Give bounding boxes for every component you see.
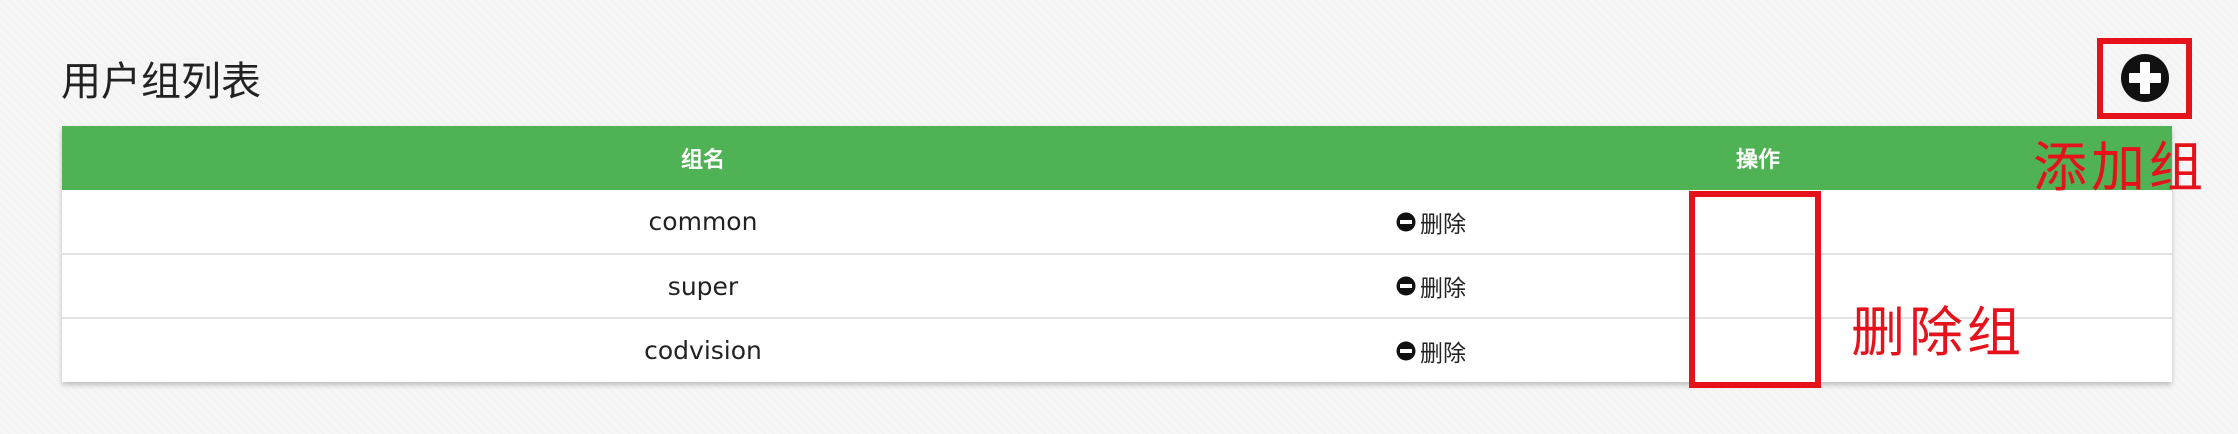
table-header-row: 组名 操作: [62, 126, 2172, 190]
delete-group-annotation: 删除组: [1851, 301, 2025, 364]
minus-circle-icon: [1396, 341, 1416, 360]
delete-label: 删除: [1420, 211, 1466, 238]
group-name-cell: codvision: [644, 336, 762, 365]
delete-group-button[interactable]: 删除: [1396, 269, 1466, 303]
delete-label: 删除: [1420, 276, 1466, 302]
add-group-button[interactable]: [2120, 53, 2170, 103]
delete-group-button[interactable]: 删除: [1396, 205, 1466, 239]
page-title: 用户组列表: [61, 59, 261, 105]
group-name-cell: common: [648, 207, 758, 236]
group-name-cell: super: [667, 271, 739, 301]
delete-label: 删除: [1420, 340, 1466, 367]
add-group-annotation: 添加组: [2033, 136, 2207, 199]
minus-circle-icon: [1396, 212, 1416, 231]
plus-circle-icon: [2121, 54, 2169, 102]
column-header-name: 组名: [680, 148, 725, 173]
table-row: common 删除: [62, 190, 2172, 254]
minus-circle-icon: [1396, 276, 1416, 296]
delete-group-button[interactable]: 删除: [1396, 334, 1466, 368]
